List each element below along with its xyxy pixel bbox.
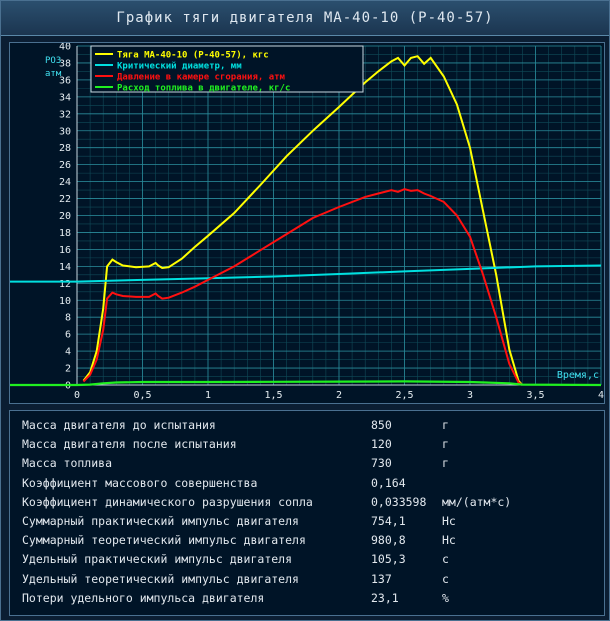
x-tick-label: 3,5 bbox=[526, 390, 544, 401]
x-tick-label: 1 bbox=[205, 390, 211, 401]
stat-row: Удельный практический импульс двигателя 1… bbox=[10, 552, 604, 571]
stat-unit: г bbox=[442, 456, 449, 471]
x-tick-label: 2,5 bbox=[395, 390, 413, 401]
stat-row: Масса двигателя до испытания 850 г bbox=[10, 418, 604, 437]
y-tick-label: 8 bbox=[65, 313, 71, 324]
series-line bbox=[10, 380, 602, 387]
series-line bbox=[10, 264, 602, 283]
stat-value: 730 bbox=[371, 456, 392, 471]
y-tick-label: 40 bbox=[59, 43, 71, 53]
stat-label: Коэффициент динамического разрушения соп… bbox=[22, 494, 313, 509]
y-tick-label: 26 bbox=[59, 160, 71, 171]
stat-unit: мм/(атм*с) bbox=[442, 494, 512, 509]
x-tick-label: 0 bbox=[74, 390, 80, 401]
y-tick-label: 16 bbox=[59, 245, 71, 256]
stat-unit: % bbox=[442, 590, 449, 605]
app-window: График тяги двигателя МА-40-10 (Р-40-57)… bbox=[0, 0, 610, 621]
stat-unit: с bbox=[442, 552, 449, 567]
legend-label: Давление в камере сгорания, атм bbox=[117, 73, 286, 83]
stat-value: 137 bbox=[371, 571, 392, 586]
y-tick-label: 12 bbox=[59, 279, 71, 290]
stat-row: Масса двигателя после испытания 120 г bbox=[10, 437, 604, 456]
stat-value: 120 bbox=[371, 437, 392, 452]
stat-row: Коэффициент массового совершенства 0,164 bbox=[10, 476, 604, 495]
y-tick-label: 14 bbox=[59, 262, 71, 273]
legend-label: Расход топлива в двигателе, кг/с bbox=[117, 84, 290, 94]
stat-unit: Нс bbox=[442, 533, 456, 548]
stat-value: 105,3 bbox=[371, 552, 406, 567]
stat-label: Масса двигателя до испытания bbox=[22, 418, 216, 432]
y-tick-label: 22 bbox=[59, 194, 71, 205]
stat-unit: г bbox=[442, 418, 449, 432]
x-tick-label: 3 bbox=[467, 390, 473, 401]
x-tick-label: 4 bbox=[598, 390, 604, 401]
stat-value: 0,033598 bbox=[371, 494, 427, 509]
stat-unit: с bbox=[442, 571, 449, 586]
stats-panel: Масса двигателя до испытания 850 г Масса дв… bbox=[9, 410, 605, 616]
y-tick-label: 20 bbox=[59, 211, 71, 222]
stat-label: Масса топлива bbox=[22, 456, 113, 471]
stat-unit: г bbox=[442, 437, 449, 452]
stat-value: 0,164 bbox=[371, 475, 406, 490]
stat-value: 850 bbox=[371, 418, 392, 432]
stat-label: Удельный практический импульс двигателя bbox=[22, 552, 293, 567]
stat-row: Суммарный теоретический импульс двигател… bbox=[10, 533, 604, 552]
y-axis-label: РО3 bbox=[45, 56, 61, 66]
stat-unit: Нс bbox=[442, 514, 456, 528]
legend-label: Критический диаметр, мм bbox=[117, 62, 242, 72]
stat-label: Коэффициент массового совершенства bbox=[22, 475, 258, 490]
y-tick-label: 32 bbox=[59, 109, 71, 120]
y-tick-label: 10 bbox=[59, 296, 71, 307]
window-title: График тяги двигателя МА-40-10 (Р-40-57) bbox=[1, 1, 609, 36]
stat-value: 980,8 bbox=[371, 533, 406, 548]
stat-row: Суммарный практический импульс двигателя… bbox=[10, 514, 604, 533]
y-tick-label: 18 bbox=[59, 228, 71, 239]
y-tick-label: 30 bbox=[59, 126, 71, 137]
stat-label: Потери удельного импульса двигателя bbox=[22, 590, 265, 605]
stat-label: Суммарный практический импульс двигателя bbox=[22, 514, 299, 528]
x-tick-label: 1,5 bbox=[264, 390, 282, 401]
y-tick-label: 28 bbox=[59, 143, 71, 154]
y-tick-label: 2 bbox=[65, 364, 71, 375]
legend-label: Тяга МА-40-10 (Р-40-57), кгс bbox=[117, 51, 269, 61]
y-tick-label: 24 bbox=[59, 177, 71, 188]
x-tick-label: 2 bbox=[336, 390, 342, 401]
stat-row: Коэффициент динамического разрушения соп… bbox=[10, 495, 604, 514]
y-tick-label: 4 bbox=[65, 347, 71, 358]
thrust-chart: 02468101214161820222426283032343638400 0,… bbox=[10, 43, 604, 401]
y-tick-label: 6 bbox=[65, 330, 71, 341]
stat-row: Удельный теоретический импульс двигателя… bbox=[10, 572, 604, 591]
stat-row: Масса топлива 730 г bbox=[10, 456, 604, 475]
stat-value: 754,1 bbox=[371, 514, 406, 528]
stat-row: Потери удельного импульса двигателя 23,1% bbox=[10, 591, 604, 610]
y-tick-label: 34 bbox=[59, 92, 71, 103]
stat-label: Суммарный теоретический импульс двигател… bbox=[22, 533, 306, 548]
stat-label: Удельный теоретический импульс двигателя bbox=[22, 571, 299, 586]
stat-value: 23,1 bbox=[371, 590, 399, 605]
series-line bbox=[82, 188, 523, 386]
x-tick-label: 0,5 bbox=[133, 390, 151, 401]
chart-panel: 0 2 4 6 8 10 12 14 16 18 20 22 24 26 28 30 32 34 36 38 40 0 0,… bbox=[9, 42, 605, 404]
stat-label: Масса двигателя после испытания bbox=[22, 437, 237, 452]
y-axis-label: атм bbox=[45, 69, 62, 79]
x-axis-label: Время,с bbox=[557, 370, 599, 381]
